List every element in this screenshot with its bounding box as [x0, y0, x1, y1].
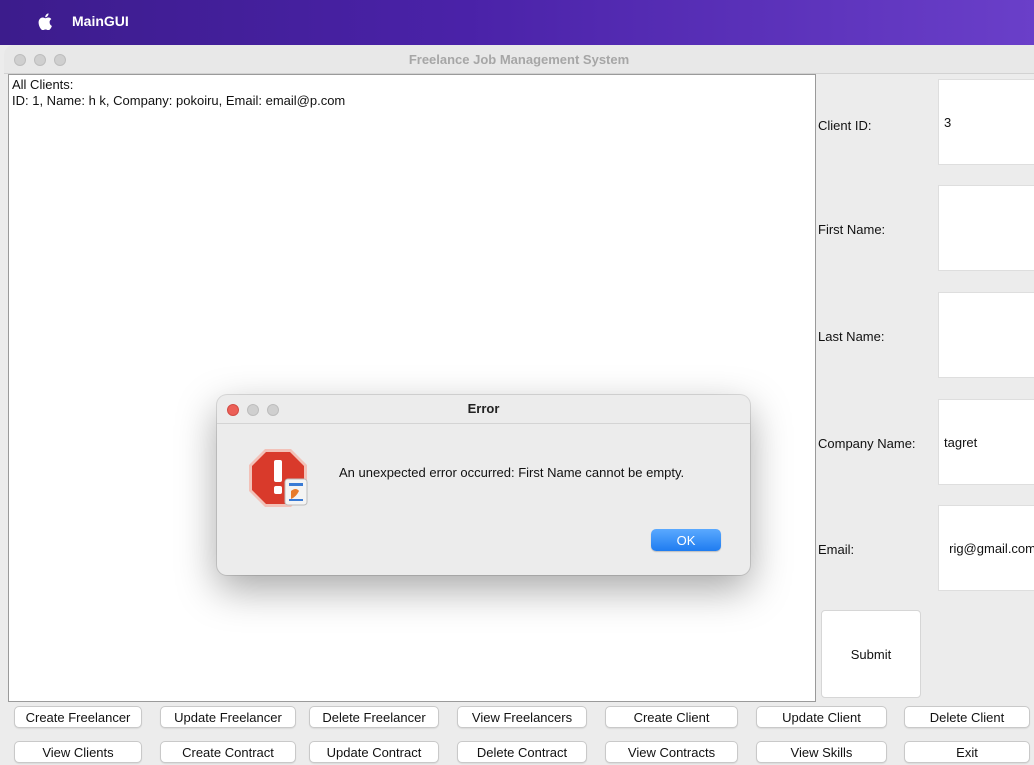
ok-button[interactable]: OK — [651, 529, 721, 551]
company-name-label: Company Name: — [818, 436, 916, 451]
first-name-label: First Name: — [818, 222, 886, 237]
email-label: Email: — [818, 542, 855, 557]
error-dialog: Error An unexpected error occurred: Firs… — [217, 395, 750, 575]
create-client-button[interactable]: Create Client — [605, 706, 738, 728]
create-contract-button[interactable]: Create Contract — [160, 741, 296, 763]
dialog-titlebar: Error — [217, 395, 750, 424]
view-skills-button[interactable]: View Skills — [756, 741, 887, 763]
error-stop-icon — [249, 449, 308, 507]
delete-client-button[interactable]: Delete Client — [904, 706, 1030, 728]
delete-contract-button[interactable]: Delete Contract — [457, 741, 587, 763]
email-field[interactable]: rig@gmail.com — [938, 505, 1034, 591]
company-name-field[interactable]: tagret — [938, 399, 1034, 485]
menu-bar: MainGUI — [0, 0, 1034, 45]
app-name[interactable]: MainGUI — [72, 13, 129, 29]
first-name-field[interactable] — [938, 185, 1034, 271]
window-titlebar: Freelance Job Management System — [4, 45, 1034, 74]
clients-output-area[interactable]: All Clients: ID: 1, Name: h k, Company: … — [8, 74, 816, 702]
window-title: Freelance Job Management System — [408, 52, 630, 67]
submit-button[interactable]: Submit — [821, 610, 921, 698]
create-freelancer-button[interactable]: Create Freelancer — [14, 706, 142, 728]
dialog-message: An unexpected error occurred: First Name… — [339, 465, 685, 480]
client-id-field[interactable]: 3 — [938, 79, 1034, 165]
view-contracts-button[interactable]: View Contracts — [605, 741, 738, 763]
update-client-button[interactable]: Update Client — [756, 706, 887, 728]
view-freelancers-button[interactable]: View Freelancers — [457, 706, 587, 728]
apple-icon[interactable] — [38, 13, 52, 30]
last-name-field[interactable] — [938, 292, 1034, 378]
update-contract-button[interactable]: Update Contract — [309, 741, 439, 763]
view-clients-button[interactable]: View Clients — [14, 741, 142, 763]
client-id-label: Client ID: — [818, 118, 872, 133]
delete-freelancer-button[interactable]: Delete Freelancer — [309, 706, 439, 728]
last-name-label: Last Name: — [818, 329, 885, 344]
update-freelancer-button[interactable]: Update Freelancer — [160, 706, 296, 728]
exit-button[interactable]: Exit — [904, 741, 1030, 763]
dialog-title: Error — [467, 401, 500, 416]
